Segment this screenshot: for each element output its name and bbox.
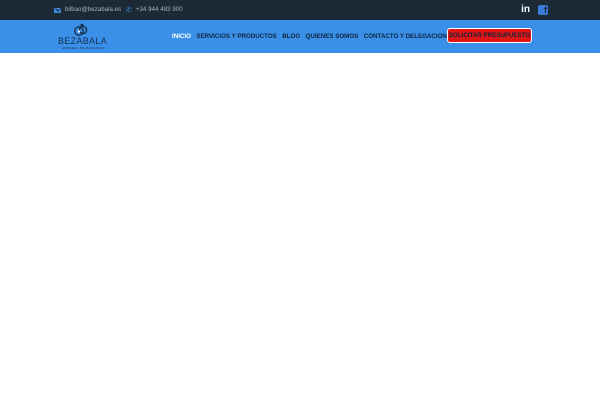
phone-contact[interactable]: ✆ +34 944 483 900 [126,0,183,20]
email-contact[interactable]: bilbao@bezabala.es [54,0,121,20]
nav-item-quienes-somos[interactable]: QUIENES SOMOS [306,33,359,40]
nav-item-contacto[interactable]: CONTACTO Y DELEGACIONES [364,33,455,40]
envelope-icon [54,7,61,13]
social-links: in f [521,4,548,16]
phone-text[interactable]: +34 944 483 900 [136,7,183,13]
nav-item-servicios[interactable]: SERVICIOS Y PRODUCTOS [196,33,276,40]
nav-item-blog[interactable]: BLOG [282,33,300,40]
logo-mark-icon [74,23,88,36]
site-logo[interactable]: BEZABALA EMPRESA DE MUDANZAS [58,23,107,51]
linkedin-icon[interactable]: in [521,4,530,16]
top-bar: bilbao@bezabala.es ✆ +34 944 483 900 in … [0,0,600,20]
request-quote-button[interactable]: SOLICITAR PRESUPUESTO [447,28,532,43]
email-text[interactable]: bilbao@bezabala.es [65,7,121,13]
main-navigation: INICIO SERVICIOS Y PRODUCTOS BLOG QUIENE… [172,20,461,53]
phone-icon: ✆ [126,6,132,14]
logo-tagline: EMPRESA DE MUDANZAS [62,46,105,50]
nav-item-inicio[interactable]: INICIO [172,33,191,40]
facebook-icon[interactable]: f [538,5,548,15]
logo-name: BEZABALA [58,36,107,46]
